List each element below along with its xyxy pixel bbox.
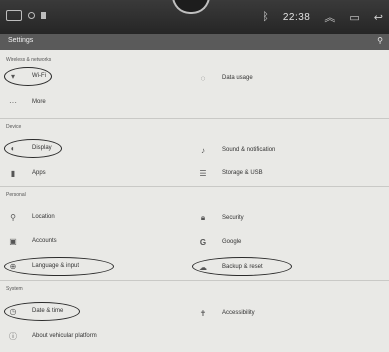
annotation-oval-language [4, 257, 114, 276]
settings-list: Wireless & networks ▾ Wi-Fi ◌ Data usage… [0, 50, 389, 352]
signal-icon [28, 12, 35, 19]
accessibility-icon: ✝ [199, 308, 207, 318]
back-icon[interactable]: ↩ [374, 11, 383, 24]
settings-item-sound[interactable]: ♪ Sound & notification [196, 143, 275, 157]
bluetooth-icon: ᛒ [262, 11, 269, 23]
section-header-system: System [6, 286, 23, 292]
search-icon[interactable]: ⚲ [377, 36, 383, 45]
settings-item-accessibility[interactable]: ✝ Accessibility [196, 306, 255, 320]
camera-notch [172, 0, 210, 14]
info-icon: ⓘ [9, 331, 17, 341]
lock-icon: 🔒︎ [200, 213, 206, 222]
settings-item-label: Accessibility [222, 310, 255, 316]
settings-item-label: More [32, 99, 46, 105]
annotation-oval-backup [192, 257, 292, 276]
settings-item-label: Accounts [32, 238, 57, 244]
app-bar: Settings ⚲ [0, 34, 389, 50]
data-usage-icon: ◌ [200, 73, 206, 83]
settings-item-label: Apps [32, 170, 46, 176]
status-bar: ᛒ 22:38 ︽ ▭ ↩ [0, 0, 389, 34]
settings-item-apps[interactable]: ▮ Apps [6, 166, 46, 180]
storage-icon: ☰ [199, 168, 207, 178]
settings-item-location[interactable]: ⚲ Location [6, 210, 55, 224]
settings-item-accounts[interactable]: ▣ Accounts [6, 234, 57, 248]
expand-icon[interactable]: ︽ [324, 9, 335, 25]
section-divider [0, 186, 389, 187]
more-icon: ··· [9, 97, 17, 107]
settings-item-label: Sound & notification [222, 147, 276, 153]
window-icon[interactable] [6, 10, 22, 21]
google-icon: G [199, 237, 207, 247]
bell-icon: ♪ [201, 145, 205, 155]
settings-item-label: Location [32, 214, 55, 220]
android-icon: ▮ [10, 168, 16, 178]
section-divider [0, 118, 389, 119]
location-pin-icon: ⚲ [10, 212, 16, 222]
section-header-device: Device [6, 124, 22, 130]
annotation-oval-wifi [4, 67, 52, 86]
settings-item-label: Security [222, 215, 244, 221]
settings-item-data-usage[interactable]: ◌ Data usage [196, 71, 253, 85]
recent-apps-icon[interactable]: ▭ [349, 11, 359, 24]
settings-item-google[interactable]: G Google [196, 235, 241, 249]
settings-item-security[interactable]: 🔒︎ Security [196, 211, 244, 225]
page-title: Settings [8, 37, 34, 44]
section-header-personal: Personal [6, 192, 26, 198]
settings-item-more[interactable]: ··· More [6, 95, 46, 109]
section-header-wireless: Wireless & networks [6, 57, 52, 63]
settings-item-label: Storage & USB [222, 170, 263, 176]
settings-item-label: Google [222, 239, 242, 245]
notification-icon [41, 12, 46, 19]
settings-item-storage[interactable]: ☰ Storage & USB [196, 166, 263, 180]
settings-item-label: Data usage [222, 75, 253, 81]
settings-item-about[interactable]: ⓘ About vehicular platform [6, 329, 97, 343]
accounts-icon: ▣ [9, 236, 17, 246]
annotation-oval-date-time [4, 302, 80, 321]
annotation-oval-display [4, 139, 62, 158]
settings-item-label: About vehicular platform [32, 333, 97, 339]
clock: 22:38 [282, 11, 311, 23]
section-divider [0, 280, 389, 281]
